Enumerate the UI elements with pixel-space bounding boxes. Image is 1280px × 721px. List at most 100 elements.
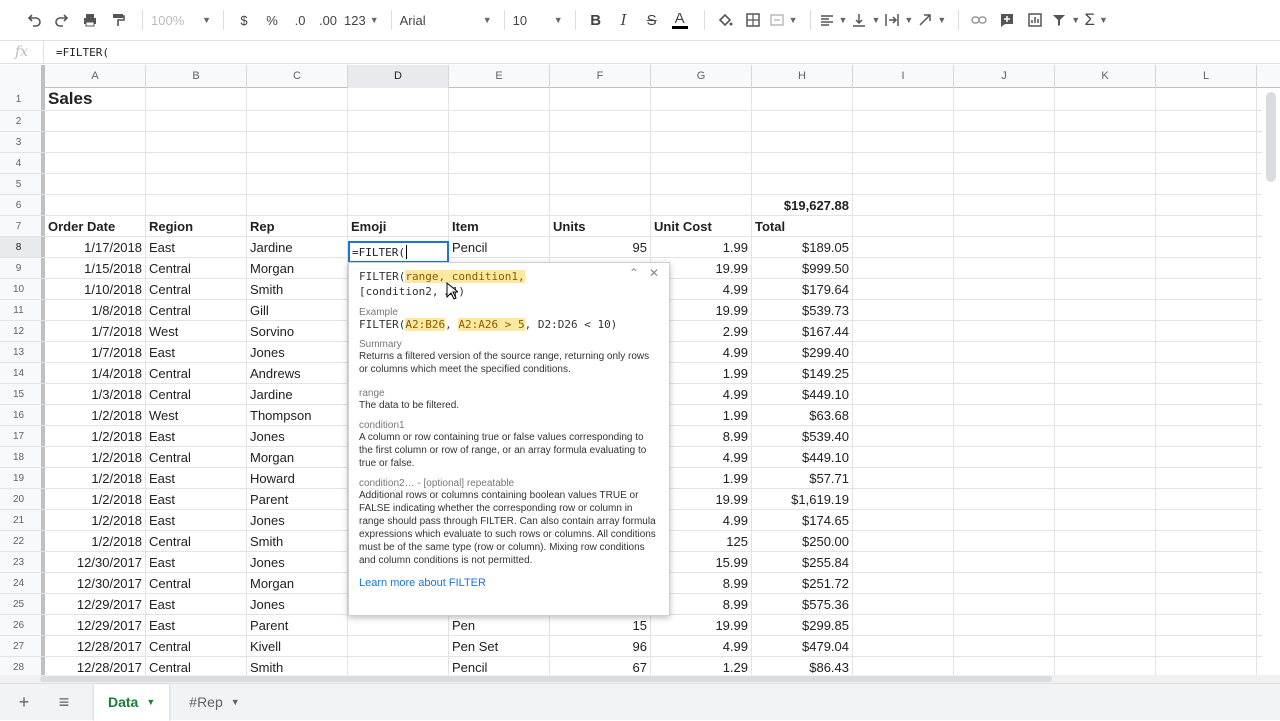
cell-h14[interactable]: $149.25 [752, 363, 853, 383]
cell-i12[interactable] [853, 321, 954, 341]
cell-k9[interactable] [1055, 258, 1156, 278]
cell-l15[interactable] [1156, 384, 1257, 404]
cell-i3[interactable] [853, 132, 954, 152]
cell-k27[interactable] [1055, 636, 1156, 656]
row-header[interactable]: 25 [0, 594, 45, 614]
cell-a16[interactable]: 1/2/2018 [45, 405, 146, 425]
cell-k20[interactable] [1055, 489, 1156, 509]
cell-l13[interactable] [1156, 342, 1257, 362]
row-header[interactable]: 24 [0, 573, 45, 593]
zoom-select[interactable]: 100% ▼ [151, 6, 211, 34]
cell-d3[interactable] [348, 132, 449, 152]
cell-c21[interactable]: Jones [247, 510, 348, 530]
cell-i17[interactable] [853, 426, 954, 446]
cell-a25[interactable]: 12/29/2017 [45, 594, 146, 614]
collapse-icon[interactable]: ⌃ [629, 266, 639, 280]
cell-a7[interactable]: Order Date [45, 216, 146, 236]
cell-d1[interactable] [348, 88, 449, 110]
currency-format-button[interactable]: $ [232, 6, 256, 34]
cell-b15[interactable]: Central [146, 384, 247, 404]
cell-g28[interactable]: 1.29 [651, 657, 752, 677]
row-header[interactable]: 7 [0, 216, 45, 236]
vertical-scrollbar[interactable] [1262, 88, 1280, 674]
row-header[interactable]: 9 [0, 258, 45, 278]
cell-a6[interactable] [45, 195, 146, 215]
cell-a9[interactable]: 1/15/2018 [45, 258, 146, 278]
horizontal-align-icon[interactable]: ▼ [819, 6, 847, 34]
cell-k24[interactable] [1055, 573, 1156, 593]
cell-h25[interactable]: $575.36 [752, 594, 853, 614]
cell-j18[interactable] [954, 447, 1055, 467]
cell-e5[interactable] [449, 174, 550, 194]
cell-h15[interactable]: $449.10 [752, 384, 853, 404]
cell-i21[interactable] [853, 510, 954, 530]
cell-b18[interactable]: Central [146, 447, 247, 467]
cell-e27[interactable]: Pen Set [449, 636, 550, 656]
cell-f6[interactable] [550, 195, 651, 215]
cell-k10[interactable] [1055, 279, 1156, 299]
cell-c16[interactable]: Thompson [247, 405, 348, 425]
cell-h2[interactable] [752, 111, 853, 131]
cell-a26[interactable]: 12/29/2017 [45, 615, 146, 635]
vertical-scroll-thumb[interactable] [1266, 92, 1276, 182]
cell-c12[interactable]: Sorvino [247, 321, 348, 341]
cell-l4[interactable] [1156, 153, 1257, 173]
column-header-e[interactable]: E [449, 65, 550, 88]
decrease-decimal-button[interactable]: .0 [288, 6, 312, 34]
cell-b13[interactable]: East [146, 342, 247, 362]
cell-k6[interactable] [1055, 195, 1156, 215]
cell-f5[interactable] [550, 174, 651, 194]
row-header[interactable]: 4 [0, 153, 45, 173]
cell-j26[interactable] [954, 615, 1055, 635]
cell-f1[interactable] [550, 88, 651, 110]
cell-i16[interactable] [853, 405, 954, 425]
cell-j22[interactable] [954, 531, 1055, 551]
cell-b27[interactable]: Central [146, 636, 247, 656]
column-header-f[interactable]: F [550, 65, 651, 88]
column-header-j[interactable]: J [954, 65, 1055, 88]
cell-g2[interactable] [651, 111, 752, 131]
cell-c22[interactable]: Smith [247, 531, 348, 551]
bold-button[interactable]: B [584, 6, 608, 34]
cell-b5[interactable] [146, 174, 247, 194]
borders-icon[interactable] [741, 6, 765, 34]
range-arg-heading[interactable]: range [359, 388, 659, 399]
cell-b6[interactable] [146, 195, 247, 215]
cell-c11[interactable]: Gill [247, 300, 348, 320]
horizontal-scroll-thumb[interactable] [40, 676, 1052, 682]
cell-c2[interactable] [247, 111, 348, 131]
cell-h4[interactable] [752, 153, 853, 173]
cell-h3[interactable] [752, 132, 853, 152]
column-header-l[interactable]: L [1156, 65, 1257, 88]
select-all-corner[interactable] [0, 65, 45, 88]
cell-j12[interactable] [954, 321, 1055, 341]
column-header-c[interactable]: C [247, 65, 348, 88]
cell-f8[interactable]: 95 [550, 237, 651, 257]
cell-c25[interactable]: Jones [247, 594, 348, 614]
cell-a3[interactable] [45, 132, 146, 152]
cell-a4[interactable] [45, 153, 146, 173]
row-header[interactable]: 17 [0, 426, 45, 446]
cell-k26[interactable] [1055, 615, 1156, 635]
cell-e28[interactable]: Pencil [449, 657, 550, 677]
cell-i11[interactable] [853, 300, 954, 320]
cell-j17[interactable] [954, 426, 1055, 446]
cell-k13[interactable] [1055, 342, 1156, 362]
cell-b9[interactable]: Central [146, 258, 247, 278]
cell-i1[interactable] [853, 88, 954, 110]
text-wrap-icon[interactable]: ▼ [884, 6, 913, 34]
cell-h10[interactable]: $179.64 [752, 279, 853, 299]
cell-k28[interactable] [1055, 657, 1156, 677]
row-header[interactable]: 18 [0, 447, 45, 467]
redo-icon[interactable] [50, 6, 74, 34]
cell-l2[interactable] [1156, 111, 1257, 131]
cell-h17[interactable]: $539.40 [752, 426, 853, 446]
column-header-b[interactable]: B [146, 65, 247, 88]
cell-c6[interactable] [247, 195, 348, 215]
cell-a11[interactable]: 1/8/2018 [45, 300, 146, 320]
cell-c8[interactable]: Jardine [247, 237, 348, 257]
cell-l8[interactable] [1156, 237, 1257, 257]
cell-a23[interactable]: 12/30/2017 [45, 552, 146, 572]
cell-c19[interactable]: Howard [247, 468, 348, 488]
cell-j7[interactable] [954, 216, 1055, 236]
